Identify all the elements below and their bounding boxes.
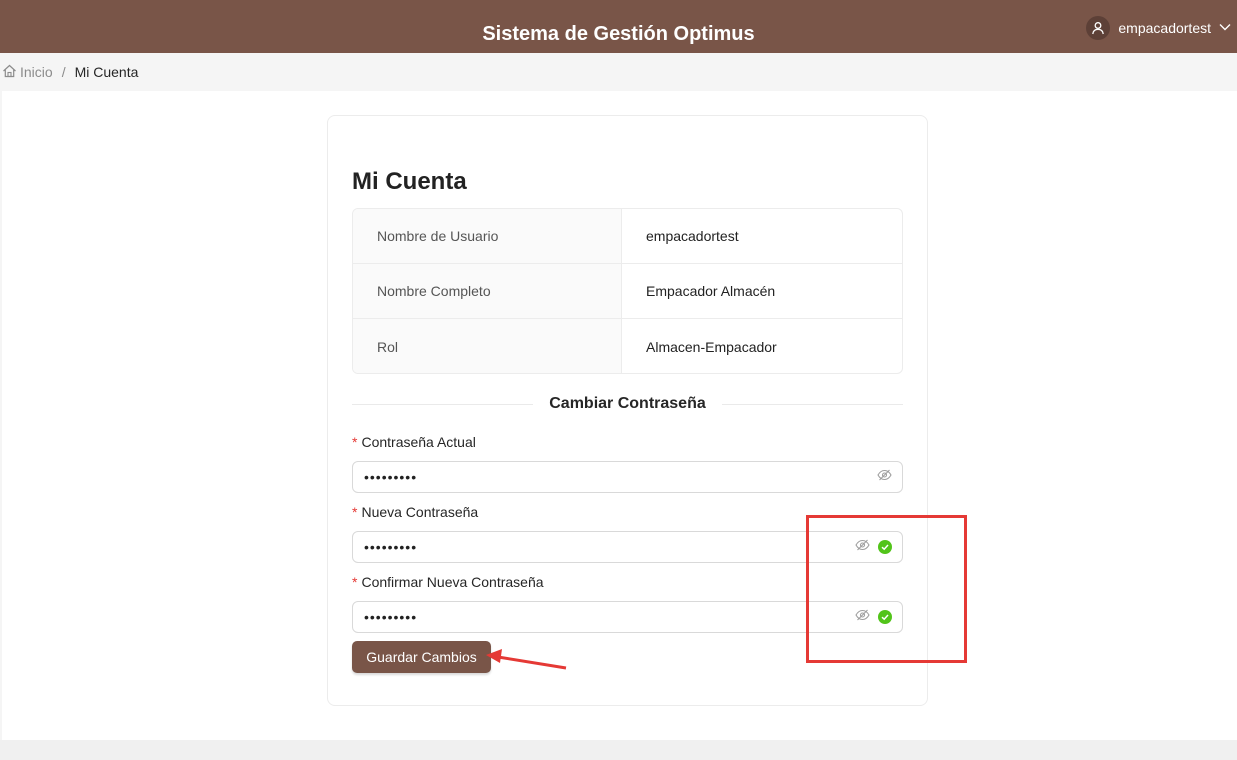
info-label: Nombre Completo <box>353 264 622 318</box>
required-mark: * <box>352 434 358 450</box>
home-icon <box>2 64 17 81</box>
account-info-table: Nombre de Usuario empacadortest Nombre C… <box>352 208 903 374</box>
info-label: Rol <box>353 319 622 373</box>
confirm-password-label: * Confirmar Nueva Contraseña <box>352 574 544 590</box>
annotation-highlight-box <box>806 515 967 663</box>
info-value: empacadortest <box>646 228 739 244</box>
current-password-input[interactable]: ••••••••• <box>352 461 903 493</box>
footer-bar <box>0 740 1237 760</box>
new-password-label: * Nueva Contraseña <box>352 504 478 520</box>
table-row: Nombre Completo Empacador Almacén <box>353 264 902 319</box>
divider-line <box>352 403 534 405</box>
breadcrumb-current: Mi Cuenta <box>74 64 139 80</box>
username-label: empacadortest <box>1118 20 1211 36</box>
info-label: Nombre de Usuario <box>353 209 622 263</box>
field-label-text: Nueva Contraseña <box>361 504 479 520</box>
field-label-text: Confirmar Nueva Contraseña <box>361 574 544 590</box>
page-title: Mi Cuenta <box>352 168 467 195</box>
info-value: Almacen-Empacador <box>646 338 777 355</box>
breadcrumb-separator: / <box>61 64 66 80</box>
main-content: Mi Cuenta Nombre de Usuario empacadortes… <box>2 91 1237 740</box>
user-menu[interactable]: empacadortest <box>1086 15 1231 41</box>
password-value: ••••••••• <box>364 539 418 555</box>
field-label-text: Contraseña Actual <box>361 434 476 450</box>
required-mark: * <box>352 574 358 590</box>
section-title: Cambiar Contraseña <box>549 395 706 412</box>
eye-invisible-icon[interactable] <box>877 468 892 486</box>
annotation-arrow-icon <box>486 649 567 670</box>
password-value: ••••••••• <box>364 609 418 625</box>
divider-line <box>721 403 903 405</box>
user-icon <box>1086 16 1111 40</box>
required-mark: * <box>352 504 358 520</box>
breadcrumb: Inicio / Mi Cuenta <box>0 53 1237 91</box>
save-button[interactable]: Guardar Cambios <box>352 641 491 673</box>
breadcrumb-home[interactable]: Inicio <box>2 64 53 81</box>
table-row: Rol Almacen-Empacador <box>353 319 902 373</box>
chevron-down-icon <box>1219 20 1231 36</box>
breadcrumb-home-label: Inicio <box>20 64 53 80</box>
table-row: Nombre de Usuario empacadortest <box>353 209 902 264</box>
info-value: Empacador Almacén <box>646 283 776 299</box>
password-value: ••••••••• <box>364 469 418 485</box>
app-header: Sistema de Gestión Optimus empacadortest <box>0 0 1237 53</box>
current-password-label: * Contraseña Actual <box>352 434 476 450</box>
section-divider: Cambiar Contraseña <box>352 392 903 416</box>
